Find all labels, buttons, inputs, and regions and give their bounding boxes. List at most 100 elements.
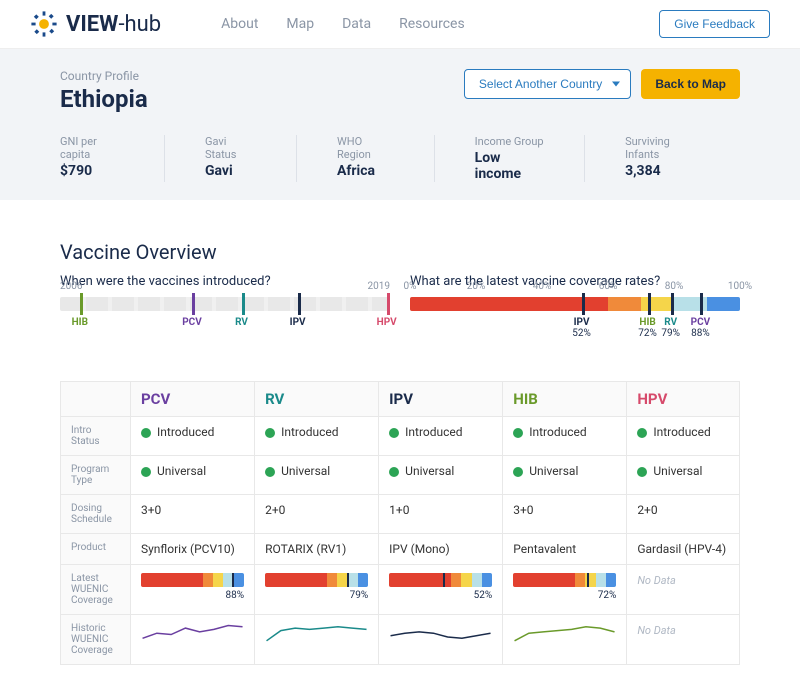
table-cell: Introduced <box>503 417 627 456</box>
mini-coverage-pct: 79% <box>265 590 368 601</box>
mini-coverage-bar <box>513 573 616 587</box>
no-data-text: No Data <box>637 624 676 637</box>
coverage-segment <box>608 297 641 311</box>
coverage-mark-pcv <box>700 293 703 315</box>
table-cell: 79% <box>255 565 379 615</box>
coverage-tick: 0% <box>404 281 417 292</box>
row-label: Dosing Schedule <box>61 495 131 534</box>
table-cell: Introduced <box>255 417 379 456</box>
sparkline-hib <box>513 623 616 651</box>
table-cell: 3+0 <box>503 495 627 534</box>
mini-coverage-bar <box>389 573 492 587</box>
stat-value: Gavi <box>205 163 256 179</box>
stat-label: WHO Region <box>337 135 394 161</box>
table-cell: 1+0 <box>379 495 503 534</box>
timeline-mark-hpv <box>387 293 390 315</box>
status-dot-icon <box>265 428 275 438</box>
table-cell: Universal <box>627 456 740 495</box>
status-dot-icon <box>141 428 151 438</box>
table-cell: Introduced <box>379 417 503 456</box>
status-dot-icon <box>389 428 399 438</box>
table-cell: 72% <box>503 565 627 615</box>
table-cell: 88% <box>131 565 255 615</box>
row-label: Historic WUENIC Coverage <box>61 615 131 665</box>
give-feedback-button[interactable]: Give Feedback <box>659 10 770 38</box>
coverage-mark-hib <box>648 293 651 315</box>
mini-coverage-bar <box>265 573 368 587</box>
stat-value: Low income <box>475 150 544 182</box>
timeline-label-rv: RV <box>235 317 248 328</box>
mini-coverage-pct: 72% <box>513 590 616 601</box>
table-cell: Gardasil (HPV-4) <box>627 534 740 565</box>
table-cell <box>255 615 379 665</box>
nav-data[interactable]: Data <box>342 16 371 32</box>
table-cell: Universal <box>255 456 379 495</box>
timeline-mark-rv <box>242 293 245 315</box>
country-name: Ethiopia <box>60 85 148 113</box>
timeline-mark-pcv <box>192 293 195 315</box>
coverage-segment <box>641 297 674 311</box>
coverage-label-pcv: PCV88% <box>691 317 711 339</box>
table-cell: 52% <box>379 565 503 615</box>
timeline-end: 2019 <box>368 281 390 292</box>
status-dot-icon <box>265 467 275 477</box>
stat-label: Gavi Status <box>205 135 256 161</box>
back-to-map-button[interactable]: Back to Map <box>641 69 740 99</box>
mini-coverage-pct: 52% <box>389 590 492 601</box>
table-row: Historic WUENIC Coverage No Data <box>61 615 740 665</box>
country-stats: GNI per capita$790 Gavi Status Gavi WHO Reg… <box>60 135 740 182</box>
mini-coverage-pct: 88% <box>141 590 244 601</box>
table-cell: IPV (Mono) <box>379 534 503 565</box>
timeline-mark-hib <box>80 293 83 315</box>
stat-item: Gavi Status Gavi <box>205 135 297 182</box>
logo[interactable]: VIEW-hub <box>30 10 161 38</box>
nav-resources[interactable]: Resources <box>399 16 465 32</box>
row-label: Program Type <box>61 456 131 495</box>
table-row: Dosing Schedule3+02+01+03+02+0 <box>61 495 740 534</box>
stat-label: Surviving Infants <box>625 135 700 161</box>
stat-label: Income Group <box>475 135 544 148</box>
table-row: Latest WUENIC Coverage88%79%52%72%No Dat… <box>61 565 740 615</box>
table-cell: 3+0 <box>131 495 255 534</box>
status-dot-icon <box>637 428 647 438</box>
table-row: Intro StatusIntroducedIntroducedIntroduc… <box>61 417 740 456</box>
logo-icon <box>30 10 58 38</box>
vaccine-header-ipv: IPV <box>389 390 413 408</box>
coverage-tick: 20% <box>467 281 486 292</box>
status-dot-icon <box>141 467 151 477</box>
coverage-question: What are the latest vaccine coverage rat… <box>410 274 740 289</box>
select-country-dropdown[interactable]: Select Another Country <box>464 69 631 99</box>
vaccine-header-hpv: HPV <box>637 390 667 408</box>
vaccine-header-rv: RV <box>265 390 284 408</box>
status-dot-icon <box>637 467 647 477</box>
table-cell: 2+0 <box>255 495 379 534</box>
stat-item: Surviving Infants3,384 <box>625 135 740 182</box>
nav-map[interactable]: Map <box>286 16 314 32</box>
timeline-label-ipv: IPV <box>290 317 306 328</box>
vaccine-header-pcv: PCV <box>141 390 170 408</box>
timeline-start: 2006 <box>60 281 82 292</box>
coverage-segment <box>410 297 608 311</box>
table-row: ProductSynflorix (PCV10)ROTARIX (RV1)IPV… <box>61 534 740 565</box>
main-nav: About Map Data Resources <box>221 16 465 32</box>
coverage-label-rv: RV79% <box>661 317 680 339</box>
coverage-mark-ipv <box>582 293 585 315</box>
nav-about[interactable]: About <box>221 16 258 32</box>
stat-value: Africa <box>337 163 394 179</box>
timeline-label-pcv: PCV <box>182 317 202 328</box>
table-cell <box>503 615 627 665</box>
sparkline-ipv <box>389 623 492 651</box>
status-dot-icon <box>513 467 523 477</box>
mini-coverage-bar <box>141 573 244 587</box>
table-cell: No Data <box>627 615 740 665</box>
status-dot-icon <box>389 467 399 477</box>
stat-label: GNI per capita <box>60 135 124 161</box>
stat-item: GNI per capita$790 <box>60 135 165 182</box>
intro-timeline: 2006 2019 HIBPCVRVIPVHPV <box>60 297 390 311</box>
table-cell <box>131 615 255 665</box>
coverage-tick: 40% <box>533 281 552 292</box>
stat-item: WHO Region Africa <box>337 135 435 182</box>
table-cell: Universal <box>503 456 627 495</box>
vaccine-header-hib: HIB <box>513 390 538 408</box>
coverage-tick: 60% <box>599 281 618 292</box>
